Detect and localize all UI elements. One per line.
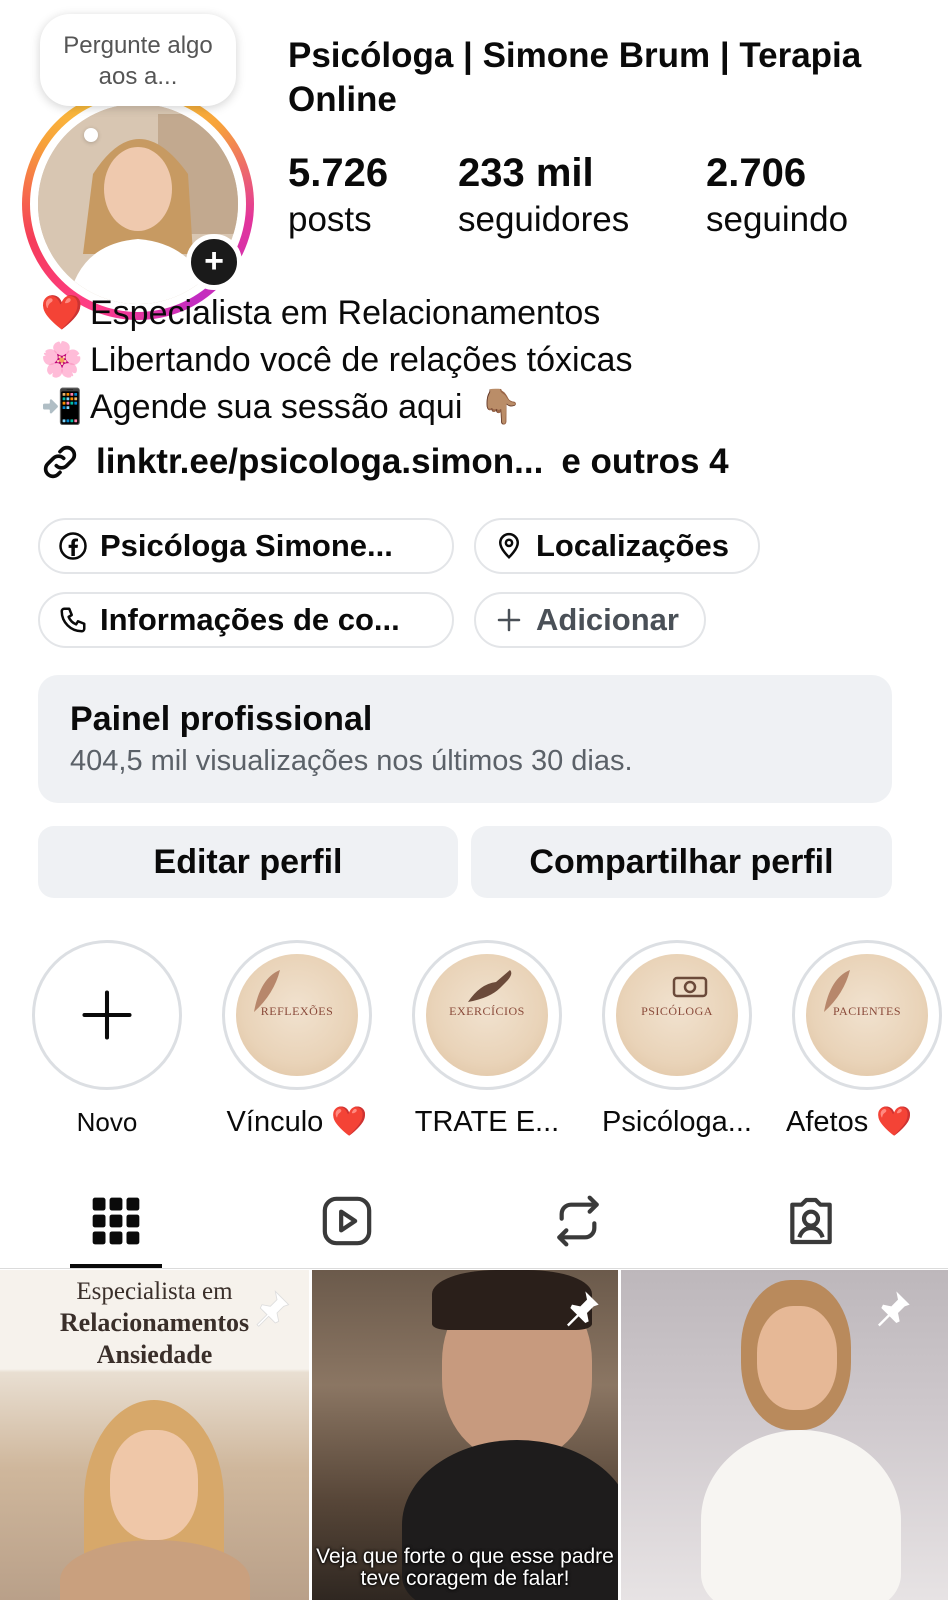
chip-label: Adicionar: [536, 602, 679, 637]
highlight-psicologa[interactable]: PSICÓLOGA Psicóloga...: [602, 940, 752, 1142]
chip-label: Psicóloga Simone...: [100, 528, 393, 563]
chip-add[interactable]: Adicionar: [474, 592, 706, 648]
pointing-down-emoji-icon: 👇🏽: [479, 388, 522, 426]
tab-reels[interactable]: [312, 1186, 382, 1256]
highlight-ring: PACIENTES: [792, 940, 942, 1090]
chip-locations[interactable]: Localizações: [474, 518, 760, 574]
chip-label: Localizações: [536, 528, 729, 563]
reels-icon: [322, 1196, 372, 1246]
highlight-label: TRATE E...: [414, 1106, 560, 1138]
add-story-button[interactable]: +: [186, 234, 242, 290]
bio: ❤️ Especialista em Relacionamentos 🌸 Lib…: [38, 290, 918, 431]
stat-posts[interactable]: 5.726 posts: [288, 150, 388, 244]
link-text[interactable]: linktr.ee/psicologa.simon...: [96, 442, 543, 482]
phone-icon: [60, 607, 86, 633]
stat-value: 233 mil: [458, 151, 594, 195]
post-caption: Veja que forte o que esse padre teve cor…: [316, 1545, 614, 1590]
stat-following[interactable]: 2.706 seguindo: [706, 150, 848, 244]
stat-label: seguindo: [706, 200, 849, 239]
location-pin-icon: [498, 532, 520, 559]
bio-line: ❤️ Especialista em Relacionamentos: [38, 290, 918, 337]
highlight-trate[interactable]: EXERCÍCIOS TRATE E...: [412, 940, 562, 1142]
highlight-cover: PSICÓLOGA: [616, 954, 738, 1076]
highlight-label: Vínculo ❤️: [226, 1106, 368, 1138]
share-profile-button[interactable]: Compartilhar perfil: [471, 826, 892, 898]
grid-post[interactable]: Especialista em Relacionamentos Ansiedad…: [0, 1270, 309, 1600]
link-icon: [43, 445, 77, 479]
chip-contact[interactable]: Informações de co...: [38, 592, 454, 648]
post-text-line: Ansiedade: [96, 1340, 213, 1369]
stat-followers[interactable]: 233 mil seguidores: [458, 150, 629, 244]
flower-emoji-icon: 🌸: [40, 341, 84, 379]
bio-line: 📲 Agende sua sessão aqui 👇🏽: [38, 384, 918, 431]
dashboard-subtitle: 404,5 mil visualizações nos últimos 30 d…: [70, 745, 633, 777]
highlight-cover-text: PSICÓLOGA: [641, 1004, 713, 1018]
highlight-cover-text: EXERCÍCIOS: [449, 1004, 525, 1018]
stat-value: 5.726: [288, 151, 389, 195]
note-bubble-tail: [84, 128, 98, 142]
tab-divider: [0, 1268, 948, 1269]
highlight-label: Novo: [76, 1107, 138, 1137]
hand-icon: [468, 970, 512, 1002]
highlight-afetos[interactable]: PACIENTES Afetos ❤️: [786, 940, 942, 1142]
bio-line: 🌸 Libertando você de relações tóxicas: [38, 337, 918, 384]
highlight-cover: PACIENTES: [806, 954, 928, 1076]
pin-icon: [567, 1291, 599, 1327]
bio-link[interactable]: linktr.ee/psicologa.simon... e outros 4: [38, 440, 729, 484]
highlight-ring: PSICÓLOGA: [602, 940, 752, 1090]
grid-icon: [92, 1197, 140, 1245]
stat-label: posts: [288, 200, 372, 239]
heart-emoji-icon: ❤️: [40, 294, 84, 332]
stat-label: seguidores: [458, 200, 630, 239]
bio-text: Especialista em Relacionamentos: [90, 294, 601, 332]
highlight-ring: REFLEXÕES: [222, 940, 372, 1090]
tab-reposts[interactable]: [543, 1186, 613, 1256]
highlight-ring: [32, 940, 182, 1090]
post-text-line: Especialista em: [76, 1278, 233, 1305]
dashboard-title: Painel profissional: [70, 700, 373, 738]
note-text: Pergunte algo aos a...: [63, 32, 213, 90]
highlight-label: Psicóloga...: [602, 1106, 752, 1138]
plus-icon: [82, 990, 132, 1040]
bio-text: Agende sua sessão aqui: [90, 388, 463, 426]
highlight-new[interactable]: Novo: [32, 940, 182, 1142]
highlight-cover: EXERCÍCIOS: [426, 954, 548, 1076]
highlight-cover-text: REFLEXÕES: [260, 1004, 334, 1018]
highlight-cover-text: PACIENTES: [832, 1004, 902, 1018]
post-text-line: Relacionamentos: [59, 1308, 250, 1337]
highlight-label: Afetos ❤️: [786, 1106, 913, 1138]
chip-label: Informações de co...: [100, 602, 400, 637]
profile-avatar[interactable]: +: [22, 88, 254, 320]
camera-icon: [672, 976, 708, 998]
pin-icon: [256, 1290, 290, 1327]
stat-value: 2.706: [706, 151, 807, 195]
dress-figure: [701, 1430, 901, 1600]
reposts-icon: [557, 1195, 599, 1247]
grid-post[interactable]: Veja que forte o que esse padre teve cor…: [312, 1270, 618, 1600]
profile-name: Psicóloga | Simone Brum | Terapia Online: [288, 36, 862, 119]
tagged-icon: [790, 1197, 832, 1245]
facebook-icon: [59, 532, 87, 560]
professional-dashboard[interactable]: Painel profissional 404,5 mil visualizaç…: [38, 675, 892, 803]
plus-icon: [497, 608, 521, 632]
face-figure: [757, 1306, 837, 1410]
bio-text: Libertando você de relações tóxicas: [90, 341, 633, 379]
highlight-vinculo[interactable]: REFLEXÕES Vínculo ❤️: [222, 940, 372, 1142]
pin-icon: [878, 1291, 910, 1327]
highlight-cover: REFLEXÕES: [236, 954, 358, 1076]
tab-grid[interactable]: [81, 1186, 151, 1256]
phone-arrow-emoji-icon: 📲: [40, 388, 84, 426]
link-more[interactable]: e outros 4: [561, 442, 728, 482]
edit-profile-button[interactable]: Editar perfil: [38, 826, 458, 898]
note-bubble[interactable]: Pergunte algo aos a...: [40, 14, 236, 106]
tab-tagged[interactable]: [776, 1186, 846, 1256]
highlight-ring: EXERCÍCIOS: [412, 940, 562, 1090]
grid-post[interactable]: [621, 1270, 948, 1600]
chip-facebook[interactable]: Psicóloga Simone...: [38, 518, 454, 574]
face-figure: [110, 1430, 198, 1540]
